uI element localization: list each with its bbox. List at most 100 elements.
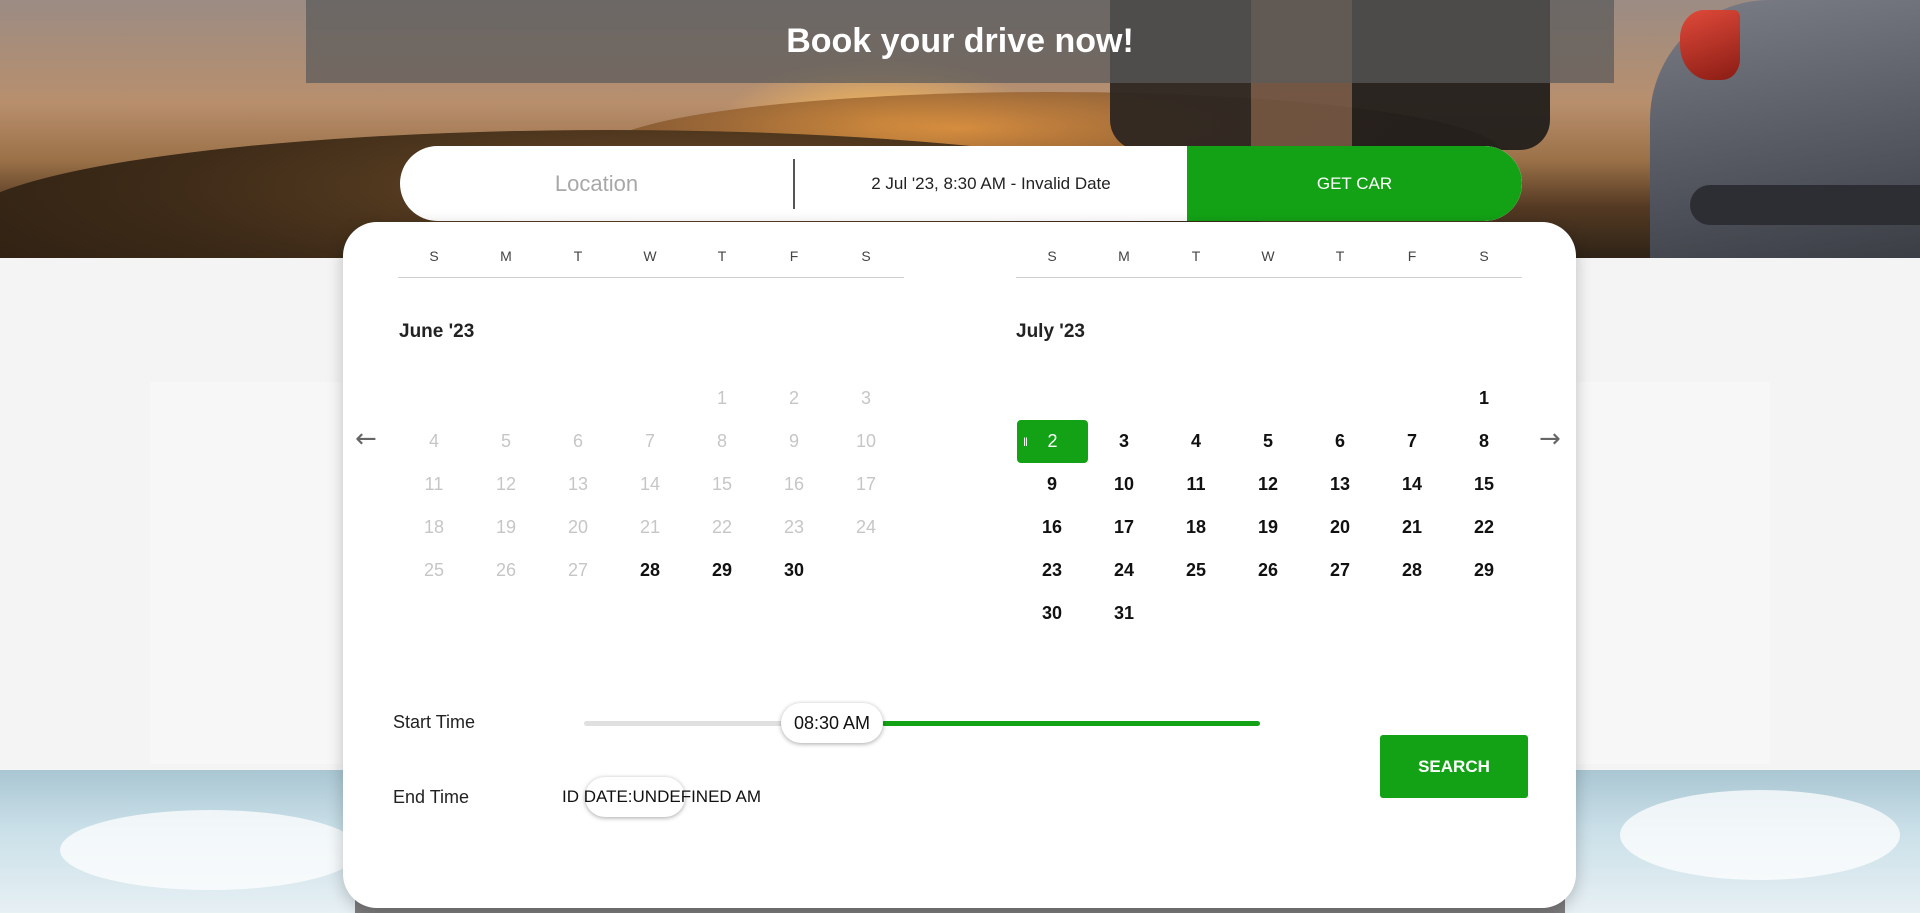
day-cell[interactable]: 31 [1088,592,1160,635]
day-cell[interactable]: 28 [1376,549,1448,592]
day-number: 25 [1185,560,1207,580]
day-number: 8 [716,431,727,451]
day-cell[interactable]: 8 [686,420,758,463]
day-cell[interactable]: 1 [686,377,758,420]
day-cell[interactable]: 13 [542,463,614,506]
day-cell[interactable]: 17 [830,463,902,506]
day-cell[interactable]: 6 [542,420,614,463]
day-cell[interactable]: 25 [398,549,470,592]
day-cell[interactable]: 5 [1232,420,1304,463]
day-cell[interactable]: 29 [1448,549,1520,592]
day-cell[interactable]: 23 [1016,549,1088,592]
date-picker-card: S M T W T F S S M T W T F S June '23 Jul… [343,222,1576,908]
day-number: 25 [423,560,445,580]
day-cell[interactable]: 26 [1232,549,1304,592]
day-cell[interactable]: 30 [758,549,830,592]
day-cell-selected[interactable]: 2 ‖ [1017,420,1088,463]
start-time-slider[interactable] [584,721,1260,726]
day-cell[interactable]: 4 [398,420,470,463]
day-cell[interactable]: 27 [542,549,614,592]
day-cell[interactable]: 24 [830,506,902,549]
day-number: 10 [1113,474,1135,494]
day-cell [1088,377,1160,420]
arrow-right-icon[interactable]: → [1539,424,1561,454]
day-cell[interactable]: 15 [1448,463,1520,506]
day-cell[interactable]: 4 [1160,420,1232,463]
weekday-label: W [643,248,657,264]
day-number: 6 [572,431,583,451]
day-cell[interactable]: 27 [1304,549,1376,592]
day-cell[interactable]: 26 [470,549,542,592]
day-cell[interactable]: 3 [830,377,902,420]
day-cell[interactable]: 15 [686,463,758,506]
weekday-label: S [861,248,871,264]
day-number: 24 [1113,560,1135,580]
day-number: 6 [1334,431,1345,451]
day-cell[interactable]: 19 [470,506,542,549]
day-cell[interactable]: 21 [1376,506,1448,549]
day-cell[interactable]: 7 [614,420,686,463]
day-cell[interactable]: 16 [1016,506,1088,549]
day-cell[interactable]: 8 [1448,420,1520,463]
day-cell[interactable]: 25 [1160,549,1232,592]
location-input[interactable]: Location [400,146,793,221]
day-number: 30 [1041,603,1063,623]
day-cell[interactable]: 22 [1448,506,1520,549]
july-day-grid: 1 2 ‖ 3 4 5 6 7 8 9 10 11 12 13 14 15 16 17 18 19 20 21 22 23 24… [1016,377,1522,635]
day-cell[interactable]: 6 [1304,420,1376,463]
day-cell[interactable]: 5 [470,420,542,463]
weekday-header-left: S M T W T F S [398,248,904,278]
day-cell[interactable]: 20 [1304,506,1376,549]
day-cell[interactable]: 24 [1088,549,1160,592]
day-cell[interactable]: 30 [1016,592,1088,635]
weekday-label: T [1335,248,1345,264]
day-cell[interactable]: 12 [1232,463,1304,506]
day-cell[interactable]: 7 [1376,420,1448,463]
day-cell[interactable]: 17 [1088,506,1160,549]
day-cell[interactable]: 28 [614,549,686,592]
day-cell[interactable]: 22 [686,506,758,549]
day-number: 17 [1113,517,1135,537]
day-cell[interactable]: 2 [758,377,830,420]
get-car-button[interactable]: GET CAR [1187,146,1522,221]
day-number: 26 [1257,560,1279,580]
day-cell[interactable]: 18 [398,506,470,549]
day-cell[interactable]: 13 [1304,463,1376,506]
arrow-left-icon[interactable]: ← [355,424,377,454]
date-range-field[interactable]: 2 Jul '23, 8:30 AM - Invalid Date [795,146,1187,221]
day-cell[interactable]: 14 [1376,463,1448,506]
day-cell[interactable]: 12 [470,463,542,506]
day-cell[interactable]: 20 [542,506,614,549]
day-cell[interactable]: 1 [1448,377,1520,420]
day-cell[interactable]: 21 [614,506,686,549]
day-number: 12 [495,474,517,494]
weekday-label: M [500,248,512,264]
search-button[interactable]: SEARCH [1380,735,1528,798]
day-cell[interactable]: 11 [398,463,470,506]
day-cell[interactable]: 9 [758,420,830,463]
day-cell[interactable]: 10 [830,420,902,463]
day-number: 14 [1401,474,1423,494]
weekday-label: F [1407,248,1417,264]
weekday-label: T [717,248,727,264]
day-cell[interactable]: 29 [686,549,758,592]
day-cell[interactable]: 19 [1232,506,1304,549]
day-cell[interactable]: 14 [614,463,686,506]
drag-handle-icon: ‖ [1023,434,1028,449]
day-number: 15 [711,474,733,494]
day-number: 5 [500,431,511,451]
weekday-label: F [789,248,799,264]
day-cell[interactable]: 11 [1160,463,1232,506]
start-time-thumb[interactable]: 08:30 AM [781,703,883,743]
day-cell[interactable]: 23 [758,506,830,549]
day-cell[interactable]: 3 [1088,420,1160,463]
day-number: 23 [1041,560,1063,580]
day-cell[interactable]: 9 [1016,463,1088,506]
weekday-label: S [1047,248,1057,264]
day-cell[interactable]: 16 [758,463,830,506]
day-cell[interactable]: 18 [1160,506,1232,549]
day-number: 15 [1473,474,1495,494]
day-number: 27 [567,560,589,580]
weekday-header-right: S M T W T F S [1016,248,1522,278]
day-cell[interactable]: 10 [1088,463,1160,506]
